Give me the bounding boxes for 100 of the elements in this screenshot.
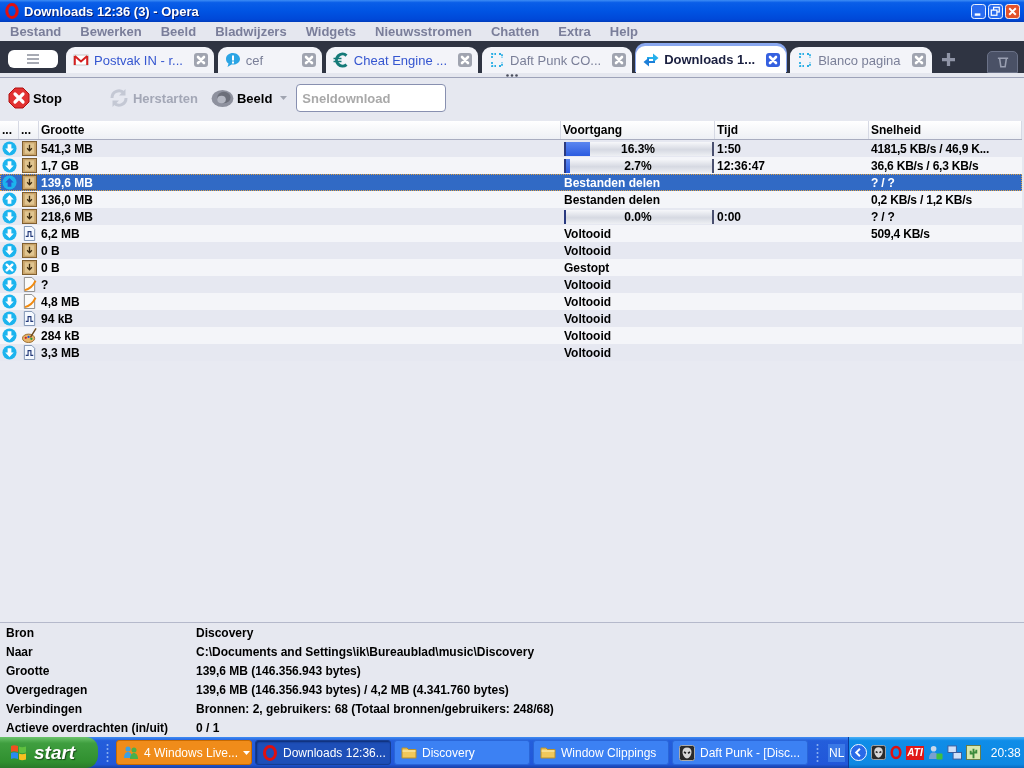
download-icon bbox=[2, 328, 17, 343]
column-header[interactable]: Tijd bbox=[717, 124, 739, 136]
table-cell: ? / ? bbox=[871, 176, 895, 189]
table-row[interactable]: 6,2 MB Voltooid 509,4 KB/s bbox=[0, 225, 1022, 242]
menu-item[interactable]: Beeld bbox=[160, 25, 197, 38]
plus-icon[interactable] bbox=[941, 53, 955, 66]
table-row[interactable]: 139,6 MB Bestanden delen ? / ? bbox=[0, 174, 1022, 191]
table-cell: 0 B bbox=[41, 244, 60, 257]
table-cell: 4,8 MB bbox=[41, 295, 80, 308]
table-cell: Voltooid bbox=[564, 295, 612, 308]
close-icon[interactable] bbox=[301, 53, 316, 67]
taskbar-button[interactable]: Window Clippings bbox=[533, 740, 669, 765]
column-header[interactable]: Voortgang bbox=[563, 124, 623, 136]
close-icon[interactable] bbox=[1005, 3, 1020, 19]
toolbar-button[interactable]: Beeld bbox=[210, 85, 288, 111]
user-status-icon[interactable] bbox=[927, 745, 943, 760]
cactus-icon[interactable] bbox=[965, 745, 981, 760]
audio-file-icon bbox=[21, 311, 37, 326]
language-indicator[interactable]: NL bbox=[828, 743, 846, 762]
tray-logo[interactable]: ATI bbox=[906, 745, 924, 760]
close-icon[interactable] bbox=[911, 53, 926, 67]
blank-page-icon bbox=[797, 52, 814, 68]
download-icon bbox=[2, 345, 17, 360]
download-icon bbox=[2, 209, 17, 224]
table-cell: 284 kB bbox=[41, 329, 80, 342]
package-icon bbox=[21, 192, 37, 207]
table-cell: ? / ? bbox=[871, 210, 895, 223]
taskbar-button[interactable]: Downloads 12:36... bbox=[255, 740, 391, 765]
tab[interactable]: Postvak IN - r... bbox=[66, 47, 214, 73]
table-row[interactable]: 284 kB Voltooid bbox=[0, 327, 1022, 344]
menu-button[interactable] bbox=[8, 50, 58, 68]
download-icon bbox=[2, 141, 17, 156]
table-row[interactable]: 1,7 GB 2.7% 12:36:47 36,6 KB/s / 6,3 KB/s bbox=[0, 157, 1022, 174]
package-icon bbox=[21, 158, 37, 173]
table-cell: Voltooid bbox=[564, 329, 612, 342]
close-icon[interactable] bbox=[612, 53, 627, 67]
grip-icon[interactable] bbox=[506, 74, 518, 77]
table-cell: Voltooid bbox=[564, 244, 612, 257]
euro-icon bbox=[332, 52, 349, 68]
caret-icon bbox=[243, 750, 251, 755]
detail-value: 139,6 MB (146.356.943 bytes) bbox=[196, 664, 361, 677]
toolbar-button[interactable]: Stop bbox=[8, 85, 62, 111]
close-icon[interactable] bbox=[458, 53, 473, 67]
eye-icon bbox=[210, 88, 234, 108]
table-row[interactable]: 0 B Gestopt bbox=[0, 259, 1022, 276]
caret-icon bbox=[280, 96, 288, 100]
menu-item[interactable]: Widgets bbox=[305, 25, 357, 38]
document-icon bbox=[21, 277, 37, 292]
tab[interactable]: cef bbox=[217, 47, 322, 73]
trash-icon bbox=[996, 55, 1009, 69]
progress-label: 16.3% bbox=[621, 142, 655, 155]
download-icon bbox=[2, 243, 17, 258]
tab[interactable]: Daft Punk CO... bbox=[482, 47, 633, 73]
network-icon[interactable] bbox=[946, 745, 962, 760]
grip-icon[interactable] bbox=[106, 742, 109, 763]
grip-icon[interactable] bbox=[816, 742, 819, 763]
table-cell: Voltooid bbox=[564, 227, 612, 240]
detail-value: Bronnen: 2, gebruikers: 68 (Totaal bronnen/gebruikers: 248/68) bbox=[196, 702, 554, 715]
progress-label: 2.7% bbox=[624, 159, 652, 172]
search-field[interactable]: Sneldownload bbox=[296, 84, 447, 112]
tab[interactable]: Cheat Engine ... bbox=[325, 47, 479, 73]
column-header[interactable]: ... bbox=[2, 124, 12, 136]
menu-item[interactable]: Help bbox=[609, 25, 638, 38]
start-button[interactable]: start bbox=[0, 737, 98, 768]
menu-item[interactable]: Bewerken bbox=[80, 25, 142, 38]
table-cell: 12:36:47 bbox=[717, 159, 766, 172]
detail-value: Discovery bbox=[196, 626, 254, 639]
stop-icon bbox=[8, 87, 30, 109]
audio-file-icon bbox=[21, 345, 37, 360]
table-row[interactable]: 136,0 MB Bestanden delen 0,2 KB/s / 1,2 KB/s bbox=[0, 191, 1022, 208]
table-cell: 509,4 KB/s bbox=[871, 227, 930, 240]
restore-icon[interactable] bbox=[988, 3, 1003, 19]
menu-item[interactable]: Bestand bbox=[10, 25, 62, 38]
menu-item[interactable]: Extra bbox=[558, 25, 591, 38]
menu-item[interactable]: Chatten bbox=[490, 25, 540, 38]
table-cell: 3,3 MB bbox=[41, 346, 80, 359]
column-header[interactable]: Grootte bbox=[41, 124, 85, 136]
alien-face-icon[interactable] bbox=[871, 745, 887, 760]
tab[interactable]: Blanco pagina bbox=[790, 47, 932, 73]
column-header[interactable]: ... bbox=[21, 124, 31, 136]
menu-item[interactable]: Bladwijzers bbox=[215, 25, 287, 38]
table-cell: 139,6 MB bbox=[41, 176, 94, 189]
column-header[interactable]: Snelheid bbox=[871, 124, 921, 136]
trash-button[interactable] bbox=[987, 51, 1018, 73]
table-row[interactable]: 4,8 MB Voltooid bbox=[0, 293, 1022, 310]
alien-face-icon bbox=[679, 744, 695, 761]
minimize-icon[interactable] bbox=[971, 3, 986, 19]
taskbar-button[interactable]: Daft Punk - [Disc... bbox=[672, 740, 808, 765]
table-cell: 36,6 KB/s / 6,3 KB/s bbox=[871, 159, 979, 172]
folder-icon bbox=[401, 744, 417, 761]
taskbar-button[interactable]: Discovery bbox=[394, 740, 530, 765]
table-cell: 1:50 bbox=[717, 142, 742, 155]
close-icon[interactable] bbox=[766, 52, 781, 67]
envelope-icon bbox=[73, 52, 89, 68]
chevron-icon[interactable] bbox=[850, 744, 868, 761]
close-icon[interactable] bbox=[193, 53, 208, 67]
tab[interactable]: Downloads 1... bbox=[636, 46, 787, 73]
audio-file-icon bbox=[21, 226, 37, 241]
menu-item[interactable]: Nieuwsstromen bbox=[375, 25, 472, 38]
table-cell: 0:00 bbox=[717, 210, 742, 223]
